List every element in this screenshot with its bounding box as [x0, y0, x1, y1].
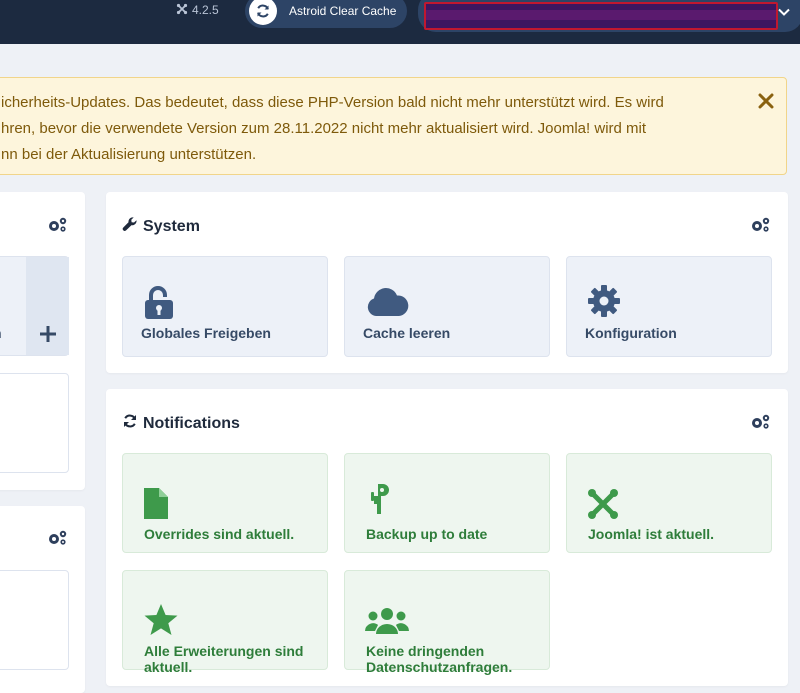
- tile-label: Keine dringenden Datenschutzanfragen.: [366, 643, 513, 675]
- tile-label: Joomla! ist aktuell.: [588, 526, 715, 542]
- notifications-title-text: Notifications: [143, 414, 240, 432]
- system-card: System Globales Freigeben Cache leeren K…: [106, 192, 788, 373]
- left-tile-label: n: [0, 325, 2, 341]
- close-icon[interactable]: [756, 90, 776, 112]
- tile-label: Backup up to date: [366, 526, 488, 542]
- left-module-card-2: [0, 506, 85, 693]
- overrides-status-tile[interactable]: Overrides sind aktuell.: [122, 453, 328, 553]
- wrench-icon: [122, 216, 138, 237]
- refresh-icon: [249, 0, 277, 25]
- system-card-title: System: [122, 216, 200, 237]
- joomla-version: 4.2.5: [176, 3, 219, 17]
- tile-label: Overrides sind aktuell.: [144, 526, 295, 542]
- left-empty-tile: [0, 570, 69, 670]
- system-title-text: System: [143, 217, 200, 235]
- notifications-card-title: Notifications: [122, 413, 240, 434]
- redacted-area: [424, 2, 778, 30]
- joomla-icon: [587, 488, 619, 525]
- refresh-icon: [122, 413, 138, 434]
- left-empty-tile: [0, 373, 69, 473]
- notifications-card: Notifications Overrides sind aktuell. Ba…: [106, 389, 788, 686]
- chevron-down-icon[interactable]: [777, 5, 793, 19]
- star-icon: [143, 603, 179, 642]
- clear-cache-tile[interactable]: Cache leeren: [344, 256, 550, 357]
- alert-line: icherheits-Updates. Das bedeutet, dass d…: [1, 94, 664, 111]
- joomla-logo-icon: [176, 3, 188, 18]
- cache-button-label: Astroid Clear Cache: [289, 4, 397, 18]
- top-header-bar: 4.2.5 Astroid Clear Cache: [0, 0, 800, 44]
- add-module-button[interactable]: [26, 257, 69, 355]
- tile-label: Alle Erweiterungen sind aktuell.: [144, 643, 304, 675]
- gears-icon[interactable]: [46, 529, 68, 547]
- left-tile[interactable]: n: [0, 256, 69, 356]
- gears-icon[interactable]: [749, 413, 771, 431]
- gear-icon: [587, 284, 621, 323]
- astroid-clear-cache-button[interactable]: Astroid Clear Cache: [245, 0, 407, 28]
- joomla-status-tile[interactable]: Joomla! ist aktuell.: [566, 453, 772, 553]
- tile-label: Konfiguration: [585, 325, 677, 341]
- version-text: 4.2.5: [192, 3, 219, 17]
- global-checkin-tile[interactable]: Globales Freigeben: [122, 256, 328, 357]
- users-icon: [365, 607, 409, 640]
- tile-label: Cache leeren: [363, 325, 451, 341]
- gears-icon[interactable]: [46, 216, 68, 234]
- backup-icon: [369, 482, 391, 521]
- tile-label: Globales Freigeben: [141, 325, 271, 341]
- extensions-status-tile[interactable]: Alle Erweiterungen sind aktuell.: [122, 570, 328, 675]
- privacy-requests-tile[interactable]: Keine dringenden Datenschutzanfragen.: [344, 570, 550, 675]
- file-icon: [143, 486, 169, 525]
- configuration-tile[interactable]: Konfiguration: [566, 256, 772, 357]
- alert-line: nn bei der Aktualisierung unterstützen.: [1, 146, 257, 163]
- alert-message: icherheits-Updates. Das bedeutet, dass d…: [1, 90, 741, 168]
- gears-icon[interactable]: [749, 216, 771, 234]
- left-module-card: n: [0, 192, 85, 490]
- alert-line: hren, bevor die verwendete Version zum 2…: [1, 120, 647, 137]
- plus-icon: [40, 326, 56, 342]
- php-version-warning-alert: icherheits-Updates. Das bedeutet, dass d…: [0, 77, 787, 175]
- unlock-icon: [143, 285, 175, 326]
- backup-status-tile[interactable]: Backup up to date: [344, 453, 550, 553]
- cloud-icon: [365, 287, 409, 322]
